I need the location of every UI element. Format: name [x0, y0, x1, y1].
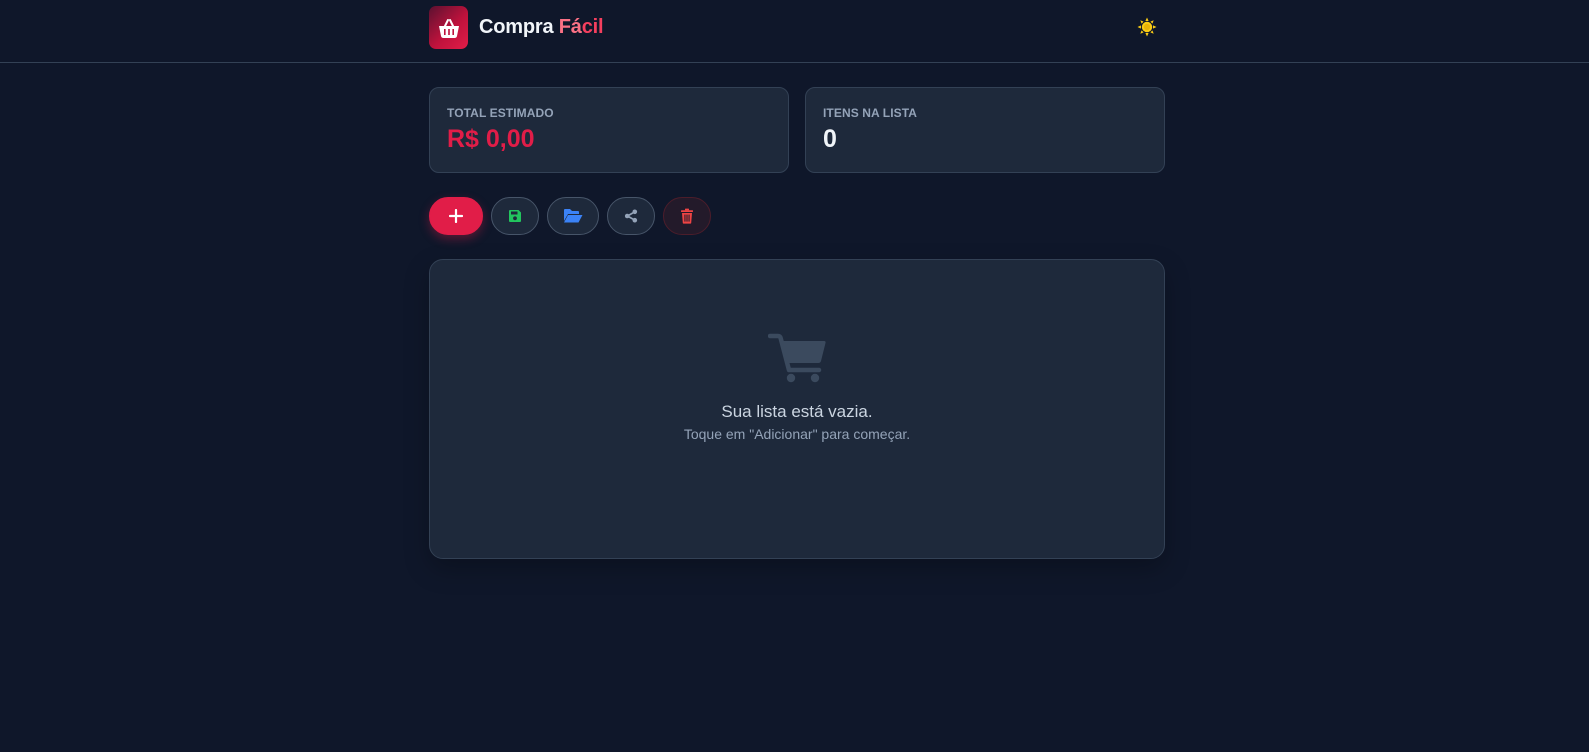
empty-state-subtitle: Toque em "Adicionar" para começar.: [683, 426, 911, 442]
folder-open-icon: [564, 209, 583, 223]
trash-icon: [681, 208, 693, 224]
total-estimated-card: TOTAL ESTIMADO R$ 0,00: [429, 87, 789, 173]
theme-toggle-button[interactable]: [1136, 16, 1158, 38]
app-logo: [429, 6, 468, 49]
total-estimated-label: TOTAL ESTIMADO: [447, 106, 554, 120]
items-count-value: 0: [823, 125, 837, 153]
plus-icon: [449, 209, 463, 223]
add-item-button[interactable]: [429, 197, 483, 235]
app-title: Compra Fácil: [479, 16, 604, 39]
items-count-card: ITENS NA LISTA 0: [805, 87, 1165, 173]
app-title-part-1: Compra: [479, 16, 559, 38]
share-icon: [624, 209, 638, 223]
sun-icon: [1137, 17, 1157, 37]
app-title-part-2: Fá: [558, 16, 582, 38]
total-estimated-value: R$ 0,00: [447, 125, 535, 153]
clear-list-button[interactable]: [663, 197, 711, 235]
share-list-button[interactable]: [607, 197, 655, 235]
app-title-part-3: cil: [581, 16, 604, 38]
items-count-label: ITENS NA LISTA: [823, 106, 918, 120]
shopping-list-panel: Sua lista está vazia. Toque em "Adiciona…: [429, 259, 1165, 559]
open-list-button[interactable]: [547, 197, 599, 235]
save-list-button[interactable]: [491, 197, 539, 235]
basket-icon: [438, 18, 459, 38]
app-header: Compra Fácil: [0, 0, 1589, 63]
empty-state-title: Sua lista está vazia.: [721, 402, 873, 421]
floppy-disk-icon: [509, 210, 521, 222]
shopping-cart-icon: [768, 333, 826, 383]
